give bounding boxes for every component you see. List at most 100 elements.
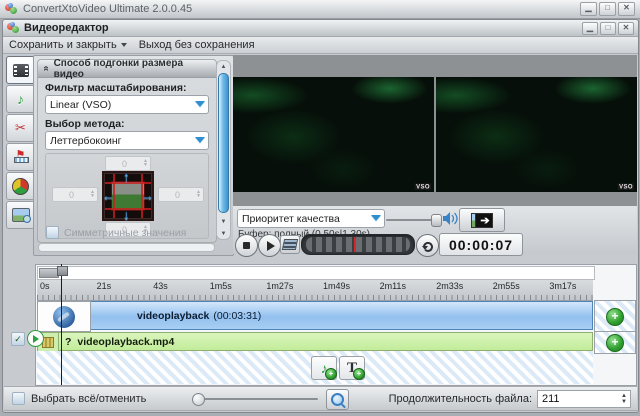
ruler-tick: 1m5s: [209, 281, 232, 291]
scroll-down-icon[interactable]: ▼: [217, 216, 230, 227]
add-video-cell: +: [594, 300, 636, 333]
timeline-scrollbar[interactable]: [37, 266, 595, 280]
ruler-tick: 0s: [40, 281, 50, 291]
tool-chapters[interactable]: ⚑: [6, 143, 35, 171]
loop-button[interactable]: [416, 234, 439, 257]
settings-panel: » Способ подгонки размера видео Фильтр м…: [33, 55, 234, 256]
bottom-bar: Выбрать всё/отменить Продолжительность ф…: [4, 386, 637, 411]
dropdown-arrow-icon: [195, 101, 205, 107]
flag-icon: ⚑: [13, 149, 29, 164]
chevron-down-icon: [120, 43, 127, 47]
editor-icon: [7, 22, 20, 34]
compare-preview-button[interactable]: ➔: [459, 208, 505, 232]
scaling-filter-select[interactable]: Linear (VSO): [45, 95, 209, 114]
audio-track-row: ? videoplayback.mp4: [37, 332, 593, 353]
settings-scrollbar[interactable]: ▲ ▼ ▼: [216, 60, 231, 240]
menu-bar: Сохранить и закрыть Выход без сохранения: [3, 37, 638, 54]
seek-scrubber[interactable]: [301, 234, 415, 255]
editor-close-icon[interactable]: ✕: [618, 21, 634, 35]
symmetric-label: Симметричные значения: [64, 226, 187, 239]
dropdown-arrow-icon: [195, 137, 205, 143]
loop-icon: [422, 241, 433, 252]
tool-audio[interactable]: ♪: [6, 85, 35, 113]
symmetric-values-row: Симметричные значения: [46, 226, 186, 239]
menu-save-close[interactable]: Сохранить и закрыть: [3, 39, 133, 51]
editor-minimize-icon[interactable]: ▁: [582, 21, 598, 35]
arrow-right-icon[interactable]: →: [141, 189, 154, 202]
plus-icon: +: [353, 368, 365, 380]
maximize-icon[interactable]: □: [599, 2, 616, 16]
film-icon: [12, 63, 29, 77]
playhead-line[interactable]: [61, 264, 62, 385]
empty-track-area: ♪ + T +: [37, 351, 593, 384]
crop-preview-thumbnail: ↑ ↓ ← →: [102, 170, 154, 221]
timeline-scroll-thumb[interactable]: [39, 268, 59, 278]
filmstrip-icon: [281, 239, 299, 250]
tool-cut[interactable]: ✂: [6, 114, 35, 142]
video-track-thumbnail: [37, 301, 91, 332]
window-title: ConvertXtoVideo Ultimate 2.0.0.45: [23, 3, 193, 15]
playhead-handle[interactable]: [57, 266, 68, 276]
add-audio-button[interactable]: ♪ +: [311, 356, 337, 380]
add-audio-plus-button[interactable]: +: [606, 333, 624, 352]
audio-preview-play-button[interactable]: [27, 330, 44, 347]
tool-video-clip[interactable]: [6, 56, 35, 84]
minimize-icon[interactable]: ▁: [580, 2, 597, 16]
video-frame-original: VSO: [233, 77, 434, 192]
scroll-down-icon[interactable]: ▼: [217, 228, 230, 239]
audio-clip[interactable]: ? videoplayback.mp4: [59, 332, 593, 351]
file-duration-spinner[interactable]: 211 ▲ ▼: [537, 390, 631, 408]
filter-label: Фильтр масштабирования:: [45, 82, 187, 94]
zoom-button[interactable]: [326, 389, 349, 410]
timeline-panel: 0s 21s 43s 1m5s 1m27s 1m49s 2m11s 2m33s 2m55s 3m1…: [35, 264, 637, 386]
symmetric-checkbox[interactable]: [46, 226, 59, 239]
quality-select[interactable]: Приоритет качества: [237, 209, 385, 228]
ruler-tick: 21s: [96, 281, 112, 291]
scrollbar-thumb[interactable]: [218, 73, 229, 213]
speaker-icon: [443, 212, 458, 225]
arrow-down-icon[interactable]: ↓: [123, 208, 130, 221]
timeline-ruler-labels[interactable]: 0s 21s 43s 1m5s 1m27s 1m49s 2m11s 2m33s 2m55s 3m1…: [37, 280, 593, 301]
ruler-tick: 43s: [153, 281, 168, 291]
ruler-tick: 2m55s: [492, 281, 520, 291]
settings-hscrollbar[interactable]: [38, 243, 215, 252]
editor-maximize-icon[interactable]: □: [600, 21, 616, 35]
spinner-down-icon[interactable]: ▼: [621, 399, 627, 405]
editor-window: Видеоредактор ▁ □ ✕ Сохранить и закрыть …: [2, 19, 639, 413]
video-preview-area: VSO VSO: [233, 55, 637, 206]
arrow-up-icon[interactable]: ↑: [123, 170, 130, 183]
tool-sidebar: ♪ ✂ ⚑: [4, 55, 35, 230]
scroll-up-icon[interactable]: ▲: [217, 61, 230, 72]
audio-enabled-checkbox[interactable]: ✓: [11, 332, 25, 346]
tool-subtitle-image[interactable]: [6, 201, 35, 229]
play-icon: [33, 334, 39, 343]
scrub-position-marker[interactable]: [353, 237, 356, 252]
add-video-plus-button[interactable]: +: [606, 307, 624, 326]
duration-label: Продолжительность файла:: [388, 393, 532, 405]
volume-knob[interactable]: [431, 214, 442, 227]
tool-color-adjust[interactable]: [6, 172, 35, 200]
app-icon: [5, 3, 18, 15]
close-icon[interactable]: ✕: [618, 2, 635, 16]
pad-right-spinner[interactable]: 0 ▲ ▼: [158, 187, 204, 202]
group-header[interactable]: » Способ подгонки размера видео: [38, 58, 216, 80]
arrow-right-icon: ➔: [480, 214, 490, 227]
arrow-left-icon[interactable]: ←: [102, 189, 115, 202]
play-button[interactable]: [258, 234, 281, 257]
editor-titlebar: Видеоредактор ▁ □ ✕: [3, 20, 638, 37]
pad-left-spinner[interactable]: 0 ▲ ▼: [52, 187, 98, 202]
ruler-tick: 1m27s: [266, 281, 294, 291]
frame-step-button[interactable]: [280, 235, 300, 254]
stop-button[interactable]: [235, 234, 258, 257]
select-all-checkbox[interactable]: [12, 392, 25, 405]
zoom-slider-knob[interactable]: [192, 393, 205, 406]
video-frame-processed: VSO: [436, 77, 637, 192]
menu-exit-no-save[interactable]: Выход без сохранения: [133, 39, 261, 51]
ruler-tick: 2m33s: [436, 281, 464, 291]
zoom-slider[interactable]: [196, 398, 318, 400]
ruler-tick: 3m17s: [549, 281, 577, 291]
video-clip[interactable]: videoplayback (00:03:31): [91, 301, 593, 330]
add-text-button[interactable]: T +: [339, 356, 365, 380]
method-select[interactable]: Леттербокоинг: [45, 131, 209, 150]
app-window: ConvertXtoVideo Ultimate 2.0.0.45 ▁ □ ✕ …: [0, 0, 640, 416]
